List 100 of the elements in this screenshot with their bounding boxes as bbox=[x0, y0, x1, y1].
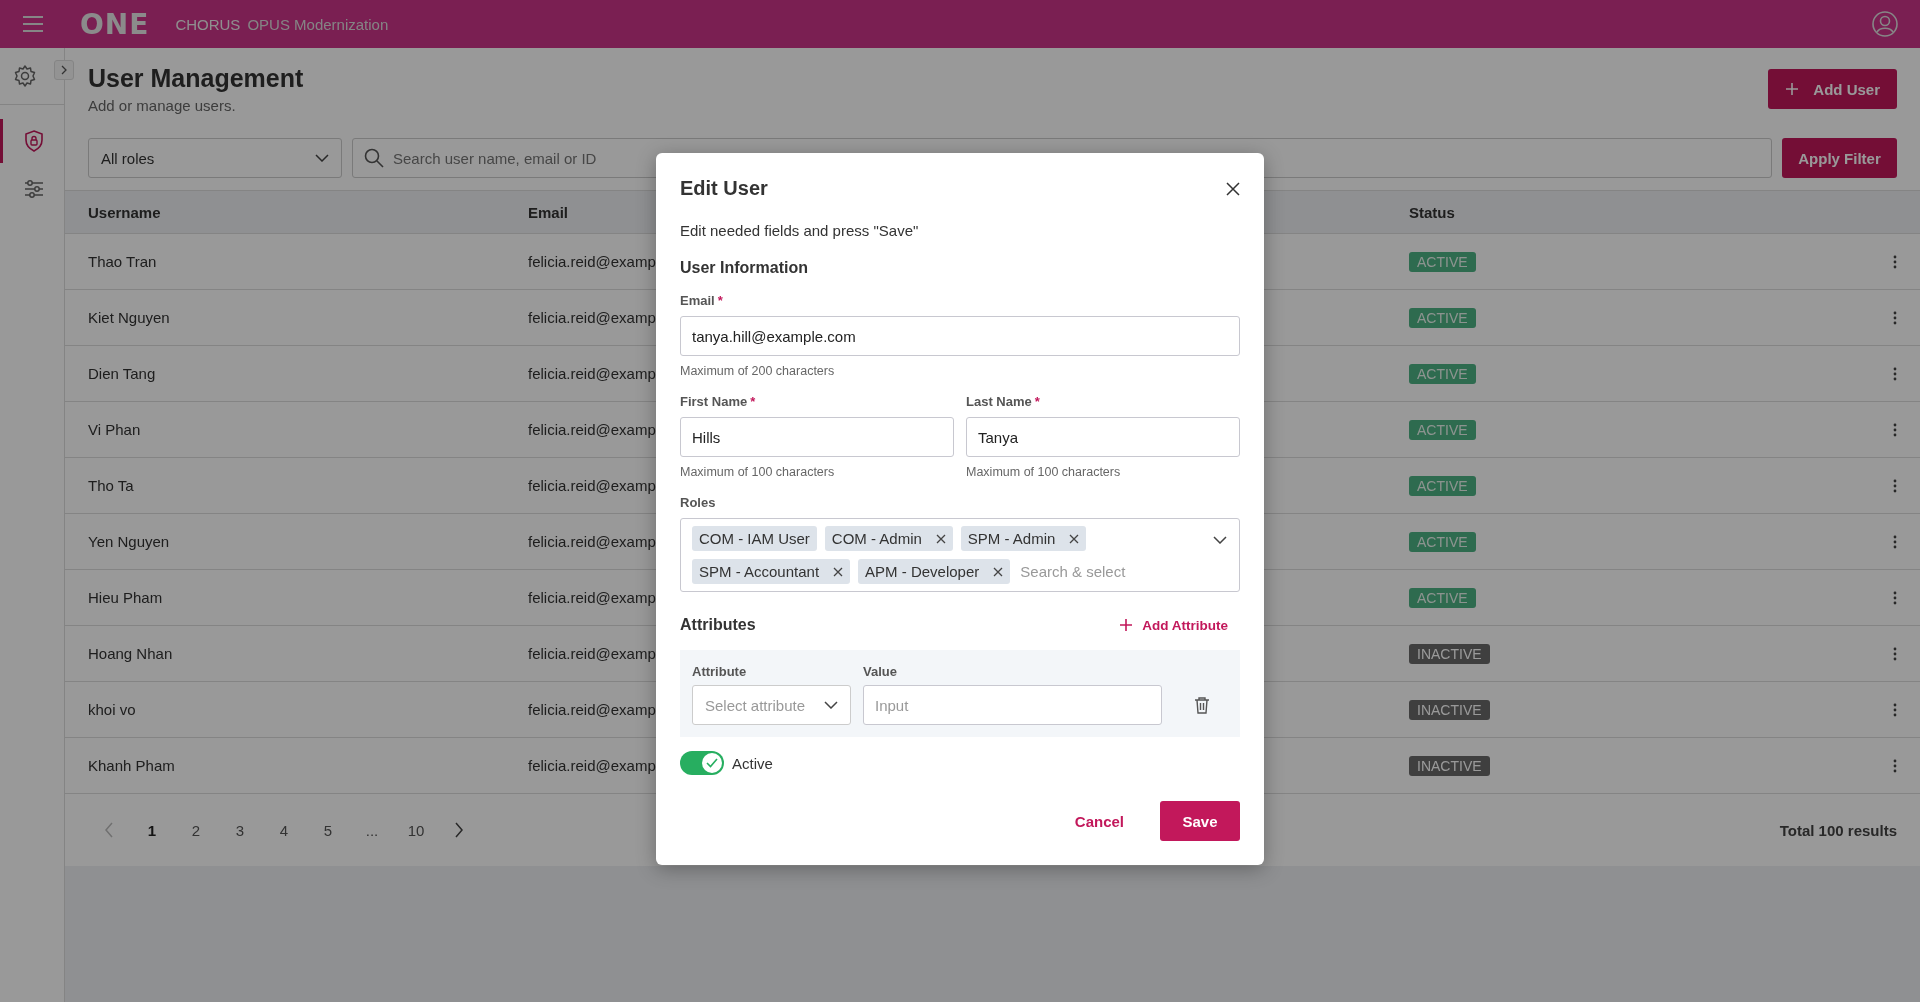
more-icon[interactable] bbox=[1893, 702, 1897, 717]
field-label: Roles bbox=[680, 495, 716, 510]
roles-field[interactable]: COM - IAM User COM - Admin SPM - Admin SPM - Accountant APM - Developer Search & select bbox=[680, 518, 1240, 592]
save-button[interactable]: Save bbox=[1160, 801, 1240, 841]
plus-icon bbox=[1120, 619, 1133, 631]
page-subtitle: Add or manage users. bbox=[88, 97, 237, 114]
logo: ONE bbox=[80, 7, 150, 41]
app-name: CHORUS bbox=[175, 15, 241, 33]
table-cell-text: Dien Tang bbox=[88, 365, 157, 382]
first-name-field[interactable]: Hills bbox=[680, 417, 954, 457]
section-title: User Information bbox=[680, 259, 809, 277]
role-tag: SPM - Admin bbox=[960, 526, 1087, 551]
value-field[interactable]: Input bbox=[863, 685, 1162, 725]
select-value: All roles bbox=[101, 149, 155, 167]
table-cell: felicia.reid@examp bbox=[528, 757, 656, 774]
last-name-field[interactable]: Tanya bbox=[966, 417, 1240, 457]
field-hint: Maximum of 200 characters bbox=[680, 364, 836, 378]
page-title: User Management bbox=[88, 64, 304, 93]
field-label: Value bbox=[863, 664, 898, 679]
email-field[interactable]: tanya.hill@example.com bbox=[680, 316, 1240, 356]
field-label: Email bbox=[680, 293, 715, 308]
status-badge: ACTIVE bbox=[1409, 363, 1476, 384]
trash-icon[interactable] bbox=[1194, 696, 1210, 714]
role-select[interactable]: All roles bbox=[88, 138, 342, 178]
sliders-icon bbox=[23, 180, 44, 198]
close-icon[interactable] bbox=[1226, 181, 1240, 196]
more-icon[interactable] bbox=[1893, 478, 1897, 493]
more-icon[interactable] bbox=[1893, 310, 1897, 325]
role-tag: COM - Admin bbox=[824, 526, 953, 551]
select-placeholder: Select attribute bbox=[705, 696, 806, 714]
add-attribute-button[interactable]: Add Attribute bbox=[1108, 617, 1240, 633]
column-header: Username bbox=[88, 203, 162, 221]
required-mark: * bbox=[717, 293, 723, 308]
status-badge: ACTIVE bbox=[1409, 475, 1476, 496]
field-hint: Maximum of 100 characters bbox=[680, 465, 836, 479]
table-cell-text: Hoang Nhan bbox=[88, 645, 174, 662]
apply-filter-button[interactable]: Apply Filter bbox=[1782, 138, 1897, 178]
role-tag: APM - Developer bbox=[858, 559, 1011, 584]
status-badge: ACTIVE bbox=[1409, 251, 1476, 272]
table-cell: felicia.reid@examp bbox=[528, 701, 656, 718]
page-link[interactable]: 4 bbox=[262, 821, 306, 839]
more-icon[interactable] bbox=[1893, 254, 1897, 269]
role-tag: SPM - Accountant bbox=[692, 559, 851, 584]
table-cell-text: Hieu Pham bbox=[88, 589, 164, 606]
field-hint: Maximum of 100 characters bbox=[966, 465, 1122, 479]
table-cell: felicia.reid@examp bbox=[528, 645, 656, 662]
plus-icon bbox=[1785, 82, 1800, 96]
chevron-down-icon bbox=[315, 154, 329, 162]
field-label: Attribute bbox=[692, 664, 748, 679]
more-icon[interactable] bbox=[1893, 422, 1897, 437]
more-icon[interactable] bbox=[1893, 534, 1897, 549]
next-page-icon[interactable] bbox=[454, 822, 464, 838]
page-link[interactable]: 2 bbox=[174, 821, 218, 839]
column-header: Status bbox=[1409, 203, 1456, 221]
status-badge: INACTIVE bbox=[1409, 755, 1490, 776]
active-toggle[interactable] bbox=[680, 751, 724, 775]
settings-icon[interactable] bbox=[13, 64, 37, 88]
user-avatar-icon[interactable] bbox=[1872, 11, 1898, 37]
more-icon[interactable] bbox=[1893, 758, 1897, 773]
table-cell-text: Thao Tran bbox=[88, 253, 158, 270]
more-icon[interactable] bbox=[1893, 590, 1897, 605]
shield-lock-icon bbox=[23, 130, 44, 152]
cancel-button[interactable]: Cancel bbox=[1062, 801, 1136, 841]
add-user-button[interactable]: Add User bbox=[1768, 69, 1897, 109]
column-header: Email bbox=[528, 203, 570, 221]
app-subtitle: OPUS Modernization bbox=[247, 15, 389, 33]
required-mark: * bbox=[1034, 394, 1040, 409]
total-results: Total 100 results bbox=[1779, 821, 1897, 839]
status-badge: ACTIVE bbox=[1409, 587, 1476, 608]
remove-icon[interactable] bbox=[935, 533, 946, 544]
page-link[interactable]: 3 bbox=[218, 821, 262, 839]
more-icon[interactable] bbox=[1893, 366, 1897, 381]
section-title: Attributes bbox=[680, 616, 756, 634]
table-cell: felicia.reid@examp bbox=[528, 477, 656, 494]
page-link[interactable]: ... bbox=[350, 821, 394, 839]
table-cell-text: Yen Nguyen bbox=[88, 533, 171, 550]
page-link[interactable]: 10 bbox=[394, 821, 438, 839]
table-cell: felicia.reid@examp bbox=[528, 365, 656, 382]
dialog-title: Edit User bbox=[680, 177, 768, 200]
chevron-right-icon bbox=[60, 64, 68, 76]
toggle-label: Active bbox=[732, 754, 773, 772]
table-cell-text: khoi vo bbox=[88, 701, 137, 718]
table-cell-text: Khanh Pham bbox=[88, 757, 176, 774]
table-cell-text: Tho Ta bbox=[88, 477, 135, 494]
remove-icon[interactable] bbox=[993, 566, 1004, 577]
page-link[interactable]: 1 bbox=[130, 821, 174, 839]
remove-icon[interactable] bbox=[833, 566, 844, 577]
field-label: Last Name bbox=[966, 394, 1032, 409]
status-badge: INACTIVE bbox=[1409, 699, 1490, 720]
menu-icon[interactable] bbox=[22, 16, 44, 32]
page-link[interactable]: 5 bbox=[306, 821, 350, 839]
dialog-description: Edit needed fields and press "Save" bbox=[680, 222, 920, 239]
role-tag: COM - IAM User bbox=[692, 526, 817, 551]
remove-icon[interactable] bbox=[1069, 533, 1080, 544]
chevron-down-icon[interactable] bbox=[1213, 536, 1227, 544]
status-badge: ACTIVE bbox=[1409, 419, 1476, 440]
table-cell: felicia.reid@examp bbox=[528, 253, 656, 270]
required-mark: * bbox=[750, 394, 756, 409]
more-icon[interactable] bbox=[1893, 646, 1897, 661]
status-badge: ACTIVE bbox=[1409, 307, 1476, 328]
